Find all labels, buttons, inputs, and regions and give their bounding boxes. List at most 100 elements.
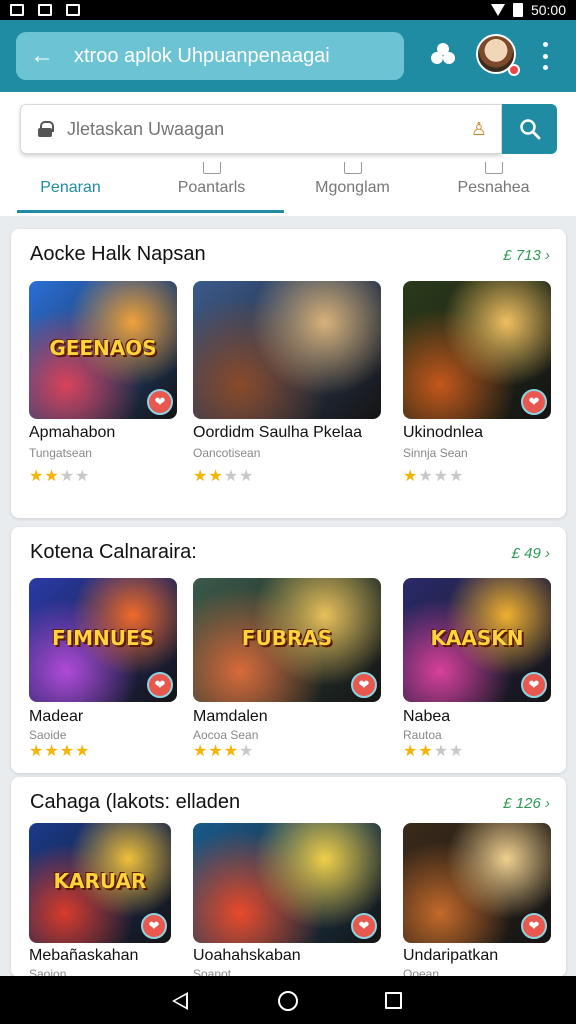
search-button[interactable] <box>502 104 557 154</box>
notification-badge <box>508 64 520 76</box>
game-thumbnail[interactable]: KARUAR ❤ <box>29 823 171 943</box>
tab-pesnahea[interactable]: Pesnahea <box>423 160 564 216</box>
lock-icon <box>37 121 54 137</box>
tab-penaran[interactable]: Penaran <box>0 160 141 216</box>
game-thumbnail[interactable]: KAASKN ❤ <box>403 578 551 702</box>
tab-label: Mgonglam <box>315 179 390 196</box>
heart-badge-icon: ❤ <box>521 389 547 415</box>
section-more-link[interactable]: £ 126 › <box>503 795 550 812</box>
heart-badge-icon: ❤ <box>351 913 377 939</box>
game-title: Apmahabon <box>29 424 116 441</box>
wifi-icon <box>490 4 505 16</box>
tab-bar: Penaran Poantarls Mgonglam Pesnahea <box>0 160 576 216</box>
back-arrow-icon[interactable]: ← <box>30 42 56 70</box>
heart-badge-icon: ❤ <box>147 389 173 415</box>
game-subtitle: Saoide <box>29 728 67 742</box>
game-thumbnail[interactable]: ❤ <box>403 823 551 943</box>
more-options-icon[interactable] <box>538 42 552 70</box>
star-icon: ★ <box>29 468 45 485</box>
nav-recents-icon[interactable] <box>385 992 402 1009</box>
search-box[interactable]: ♙ <box>20 104 502 154</box>
clock: 50:00 <box>530 2 566 18</box>
game-title: Mebañaskahan <box>29 947 139 964</box>
section-title: Aocke Halk Napsan <box>30 243 206 265</box>
game-subtitle: Sinnja Sean <box>403 446 468 460</box>
star-icon: ★ <box>44 743 60 760</box>
app-bar-title-pill[interactable]: ← xtroo aplok Uhpuanpenaagai <box>16 32 404 80</box>
community-icon[interactable] <box>428 40 458 70</box>
tab-label: Penaran <box>40 179 101 196</box>
game-thumbnail[interactable]: ❤ <box>193 823 381 943</box>
game-subtitle: Tungatsean <box>29 446 92 460</box>
star-icon: ★ <box>449 468 465 485</box>
star-rating: ★★★★ <box>403 466 464 486</box>
star-rating: ★★★★ <box>193 466 254 486</box>
game-thumbnail[interactable] <box>193 281 381 419</box>
section-title: Cahaga (lakots: elladen <box>30 791 241 813</box>
tab-mgonglam[interactable]: Mgonglam <box>282 160 423 216</box>
tray-icon <box>202 162 221 174</box>
star-rating: ★★★★ <box>29 466 90 486</box>
star-icon: ★ <box>75 468 91 485</box>
game-thumbnail[interactable]: FUBRAS ❤ <box>193 578 381 702</box>
star-icon: ★ <box>239 468 255 485</box>
star-icon: ★ <box>223 743 240 760</box>
game-title: Nabea <box>403 708 451 725</box>
search-input[interactable] <box>67 118 447 140</box>
nav-back-icon[interactable] <box>172 992 188 1010</box>
star-rating: ★★★★ <box>29 741 90 761</box>
star-icon: ★ <box>208 743 224 760</box>
heart-badge-icon: ❤ <box>521 672 547 698</box>
star-icon: ★ <box>193 468 209 485</box>
game-section: Cahaga (lakots: elladen £ 126 › KARUAR ❤… <box>11 777 566 977</box>
star-icon: ★ <box>418 468 434 485</box>
voice-search-icon[interactable]: ♙ <box>471 119 487 140</box>
star-icon: ★ <box>403 468 419 485</box>
game-thumbnail[interactable]: FIMNUES ❤ <box>29 578 177 702</box>
section-more-link[interactable]: £ 713 › <box>503 247 550 264</box>
game-section: Kotena Calnaraira: £ 49 › FIMNUES ❤ Made… <box>11 527 566 773</box>
tab-label: Poantarls <box>177 179 246 196</box>
star-icon: ★ <box>59 743 76 760</box>
game-art-title: GEENAOS <box>49 336 157 360</box>
star-icon: ★ <box>223 468 240 485</box>
game-title: Ukinodnlea <box>403 424 484 441</box>
tab-poantarls[interactable]: Poantarls <box>141 160 282 216</box>
game-title: Mamdalen <box>193 708 268 725</box>
game-title: Madear <box>29 708 84 725</box>
game-subtitle: Oancotisean <box>193 446 261 460</box>
game-art-title: KARUAR <box>53 869 147 893</box>
game-art-title: FIMNUES <box>51 626 155 650</box>
system-nav-bar <box>0 976 576 1024</box>
star-rating: ★★★★ <box>193 741 254 761</box>
message-icon <box>484 162 503 174</box>
game-title: Uoahahskaban <box>193 947 301 964</box>
star-icon: ★ <box>433 743 450 760</box>
star-rating: ★★★★ <box>403 741 464 761</box>
heart-badge-icon: ❤ <box>521 913 547 939</box>
game-title: Undaripatkan <box>403 947 499 964</box>
search-area: ♙ Penaran Poantarls Mgonglam Pesnahea <box>0 92 576 216</box>
status-bar: 50:00 <box>0 0 576 20</box>
game-subtitle: Rautoa <box>403 728 442 742</box>
heart-badge-icon: ❤ <box>351 672 377 698</box>
game-thumbnail[interactable]: GEENAOS ❤ <box>29 281 177 419</box>
section-more-link[interactable]: £ 49 › <box>512 545 550 562</box>
star-icon: ★ <box>59 468 76 485</box>
game-section: Aocke Halk Napsan £ 713 › GEENAOS ❤ Apma… <box>11 229 566 518</box>
star-icon: ★ <box>193 743 209 760</box>
star-icon: ★ <box>75 743 91 760</box>
app-notification-icon <box>66 4 80 16</box>
game-title: Oordidm Saulha Pkelaa <box>193 424 362 441</box>
section-title: Kotena Calnaraira: <box>30 541 197 563</box>
star-icon: ★ <box>449 743 465 760</box>
star-icon: ★ <box>44 468 60 485</box>
star-icon: ★ <box>403 743 419 760</box>
star-icon: ★ <box>208 468 224 485</box>
inbox-icon <box>343 162 362 174</box>
star-icon: ★ <box>418 743 434 760</box>
nav-home-icon[interactable] <box>278 991 298 1011</box>
game-art-title: KAASKN <box>430 626 524 650</box>
game-thumbnail[interactable]: ❤ <box>403 281 551 419</box>
notification-icon <box>10 4 24 16</box>
